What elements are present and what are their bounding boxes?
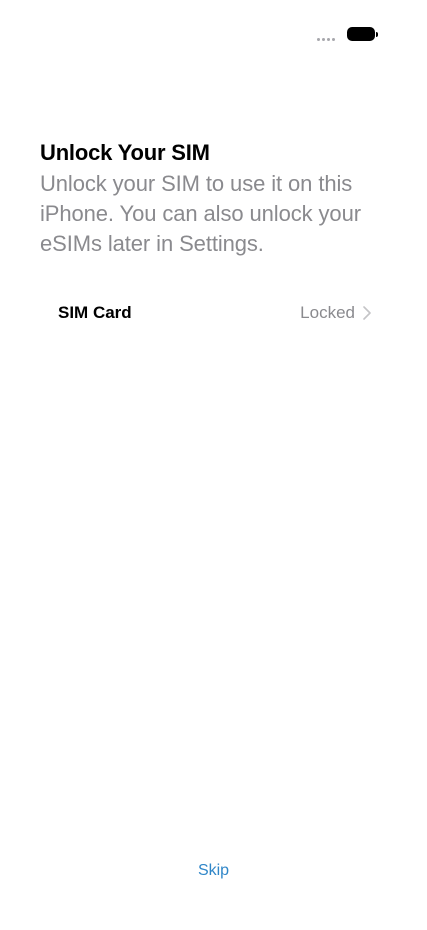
status-bar: [0, 0, 427, 60]
battery-icon: [347, 27, 379, 43]
signal-dots-icon: [317, 38, 335, 41]
battery-cap: [376, 32, 378, 37]
signal-dot: [332, 38, 335, 41]
page-title: Unlock Your SIM: [40, 140, 210, 165]
skip-button[interactable]: Skip: [0, 862, 427, 880]
page-subtitle: Unlock your SIM to use it on this iPhone…: [40, 171, 361, 256]
battery-body: [347, 27, 375, 41]
sim-card-status: Locked: [300, 303, 355, 322]
sim-card-row[interactable]: SIM Card Locked: [40, 296, 387, 330]
sim-card-status-group: Locked: [300, 303, 371, 323]
signal-dot: [327, 38, 330, 41]
signal-dot: [317, 38, 320, 41]
sim-card-label: SIM Card: [58, 303, 132, 322]
header: Unlock Your SIM Unlock your SIM to use i…: [40, 139, 390, 259]
signal-dot: [322, 38, 325, 41]
chevron-right-icon: [363, 306, 371, 320]
